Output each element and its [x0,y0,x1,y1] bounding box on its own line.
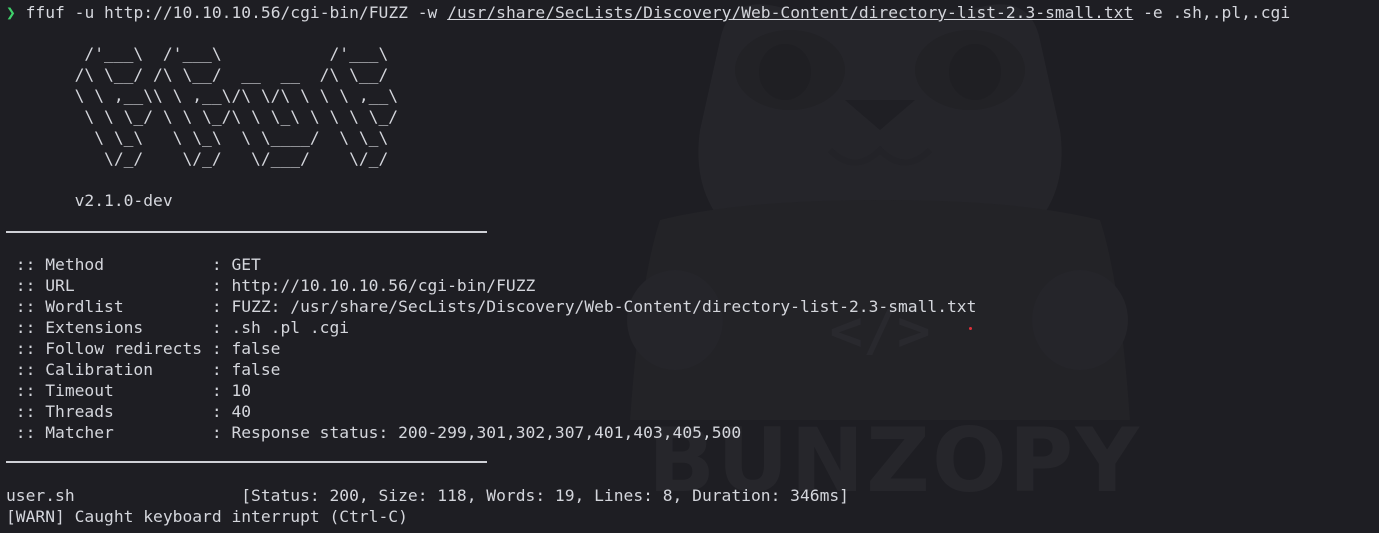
command-extension-args: -e .sh,.pl,.cgi [1133,3,1291,22]
config-line-wordlist: :: Wordlist : FUZZ: /usr/share/SecLists/… [6,297,977,316]
command-line: ❯ ffuf -u http://10.10.10.56/cgi-bin/FUZ… [6,2,1290,23]
cursor-dot-icon [969,327,972,330]
config-line-url: :: URL : http://10.10.10.56/cgi-bin/FUZZ [6,276,536,295]
terminal-window[interactable]: </> BUNZOPY ❯ ffuf -u http://10.10.10.56… [0,0,1379,533]
config-line-calibration: :: Calibration : false [6,360,281,379]
config-line-method: :: Method : GET [6,255,261,274]
prompt-arrow-icon: ❯ [6,3,16,22]
config-line-threads: :: Threads : 40 [6,402,252,421]
warning-line: [WARN] Caught keyboard interrupt (Ctrl-C… [6,507,408,526]
separator-top [6,231,487,233]
result-row: user.sh [Status: 200, Size: 118, Words: … [6,486,849,505]
config-line-extensions: :: Extensions : .sh .pl .cgi [6,318,350,337]
command-args: -u http://10.10.10.56/cgi-bin/FUZZ -w [64,3,448,22]
ffuf-ascii-banner: /'___\ /'___\ /'___\ /\ \__/ /\ \__/ __ … [74,44,399,210]
config-line-follow-redirects: :: Follow redirects : false [6,339,281,358]
separator-bottom [6,461,487,463]
wordlist-path-link[interactable]: /usr/share/SecLists/Discovery/Web-Conten… [447,3,1133,22]
command-name: ffuf [25,3,65,22]
config-line-timeout: :: Timeout : 10 [6,381,252,400]
config-line-matcher: :: Matcher : Response status: 200-299,30… [6,423,742,442]
